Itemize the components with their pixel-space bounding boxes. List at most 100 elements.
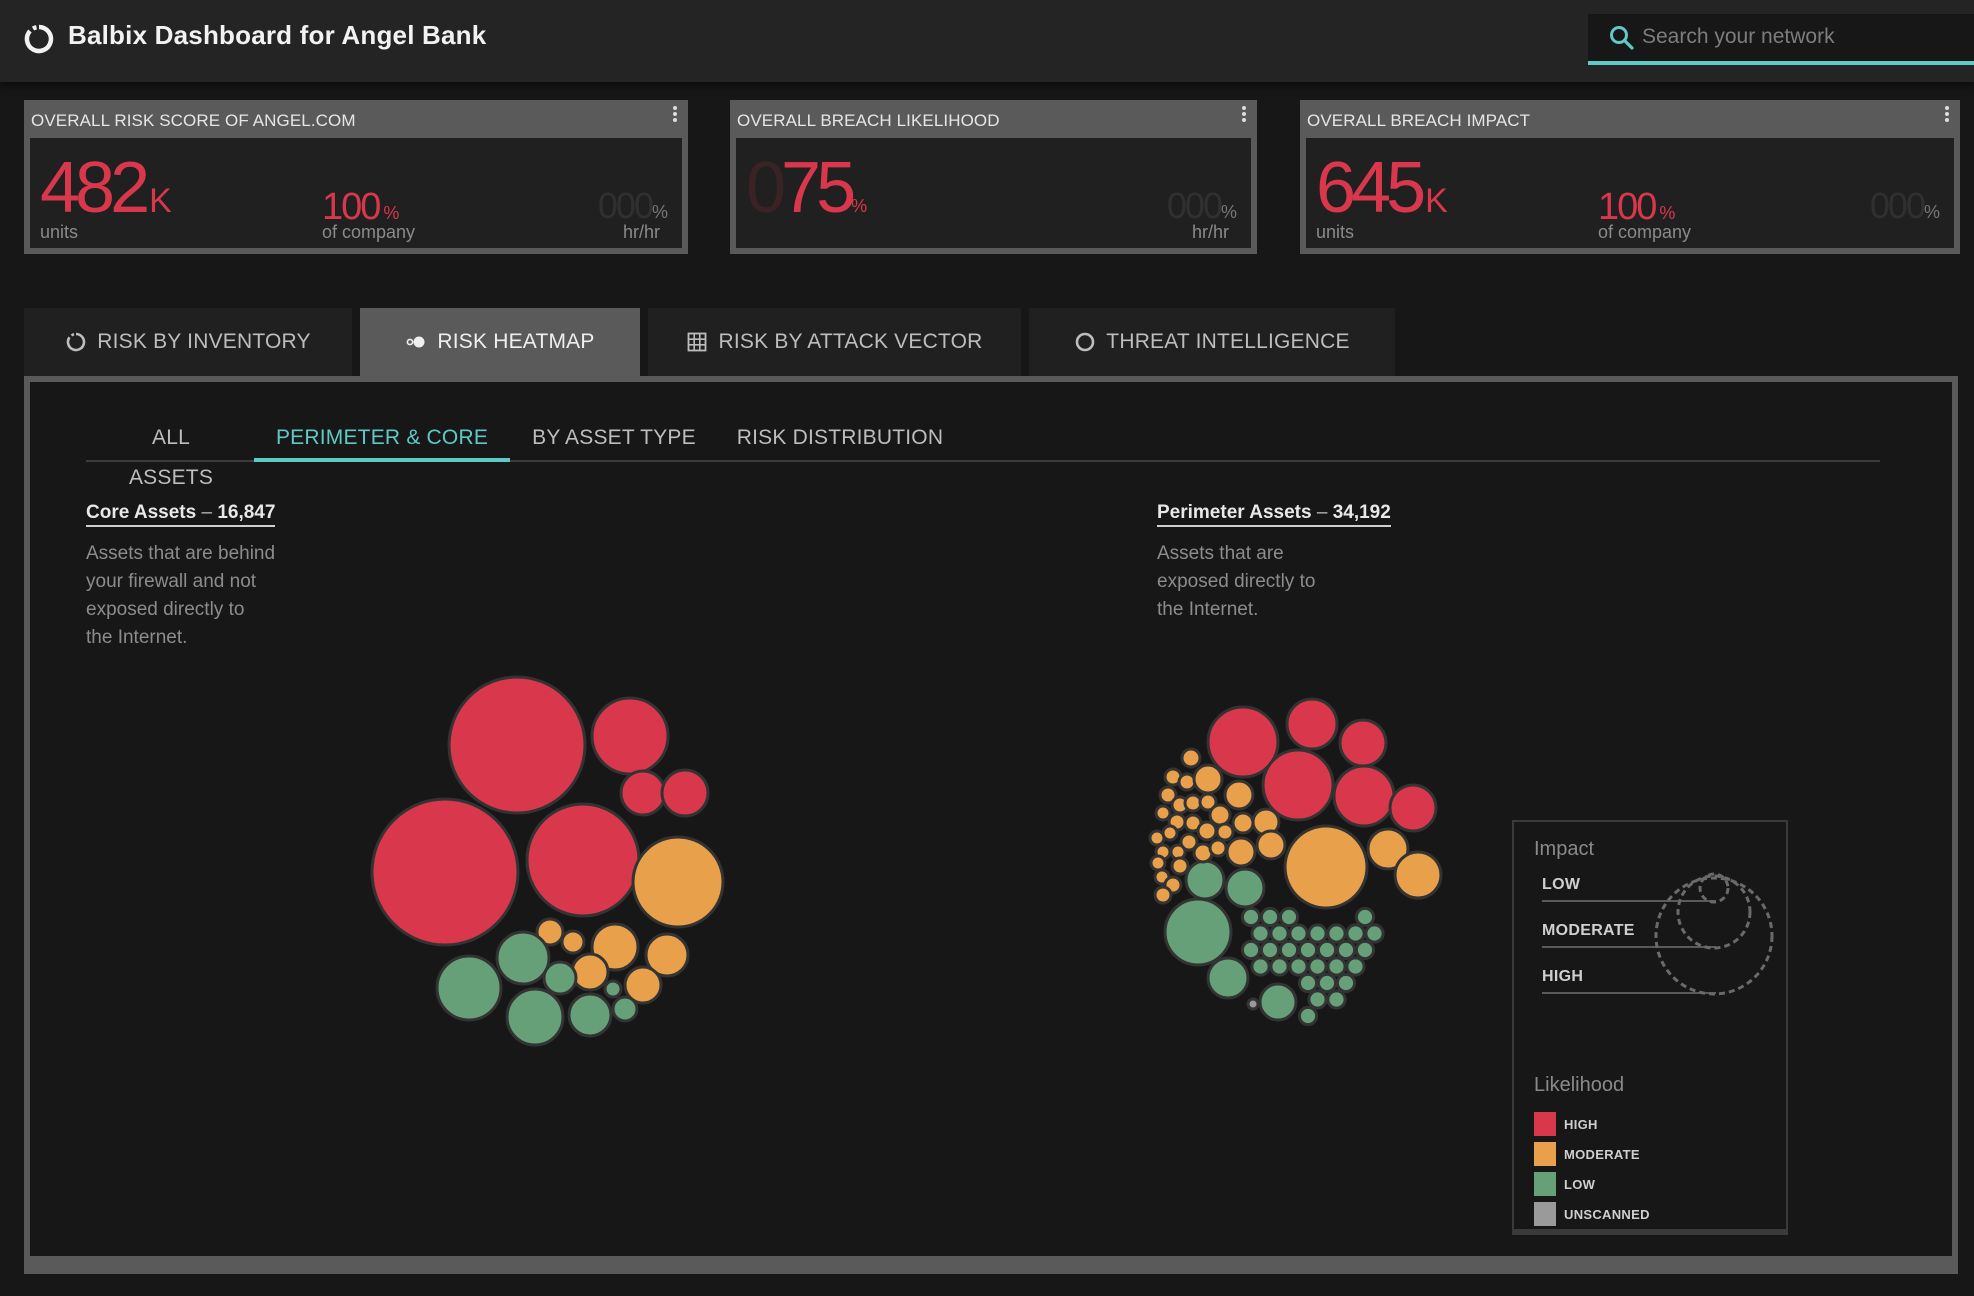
kebab-menu-icon[interactable] (672, 106, 678, 126)
core-bubble-high[interactable] (447, 675, 587, 815)
perimeter-bubble-low[interactable] (1316, 939, 1338, 961)
perimeter-bubble-high[interactable] (1285, 697, 1339, 751)
perimeter-bubble-low[interactable] (1258, 982, 1298, 1022)
perimeter-bubble-low[interactable] (1326, 989, 1347, 1010)
perimeter-bubble-low[interactable] (1240, 906, 1262, 928)
kebab-menu-icon[interactable] (1944, 106, 1950, 126)
perimeter-bubble-high[interactable] (1332, 764, 1396, 828)
perimeter-bubble-low[interactable] (1307, 989, 1328, 1010)
core-bubble-low[interactable] (567, 992, 613, 1038)
perimeter-bubble-moderate[interactable] (1255, 829, 1287, 861)
perimeter-bubble-moderate[interactable] (1177, 772, 1197, 792)
perimeter-bubble-low[interactable] (1297, 972, 1319, 994)
core-assets-title[interactable]: Core Assets – 16,847 (86, 502, 276, 527)
likelihood-legend-title: Likelihood (1534, 1074, 1625, 1096)
subtab-by-asset-type[interactable]: BY ASSET TYPE (532, 418, 696, 462)
perimeter-bubble-moderate[interactable] (1208, 803, 1232, 827)
perimeter-bubble-low[interactable] (1354, 906, 1376, 928)
perimeter-bubble-low[interactable] (1163, 897, 1233, 967)
perimeter-assets-title[interactable]: Perimeter Assets – 34,192 (1157, 502, 1391, 527)
core-bubble-high[interactable] (660, 768, 710, 818)
perimeter-bubble-high[interactable] (1388, 783, 1438, 833)
perimeter-bubble-low[interactable] (1250, 923, 1271, 944)
subtab-perimeter-core[interactable]: PERIMETER & CORE (254, 418, 510, 462)
perimeter-bubble-low[interactable] (1297, 939, 1319, 961)
perimeter-bubble-low[interactable] (1307, 956, 1328, 977)
subtab-all-assets[interactable]: ALL ASSETS (108, 418, 234, 489)
core-bubble-low[interactable] (505, 987, 565, 1047)
risk-score-percent-label: of company (322, 222, 416, 242)
perimeter-bubble-moderate[interactable] (1170, 856, 1190, 876)
core-bubble-moderate[interactable] (560, 929, 586, 955)
kpi-card-breach-likelihood: OVERALL BREACH LIKELIHOOD 075% 000% hr/h… (730, 100, 1257, 254)
core-bubble-low[interactable] (603, 979, 623, 999)
tab-risk-by-inventory[interactable]: RISK BY INVENTORY (24, 308, 352, 376)
perimeter-bubble-high[interactable] (1338, 718, 1388, 768)
perimeter-bubble-low[interactable] (1259, 906, 1281, 928)
perimeter-bubble-moderate[interactable] (1196, 820, 1218, 842)
perimeter-bubble-low[interactable] (1269, 923, 1290, 944)
tab-risk-by-attack-vector[interactable]: RISK BY ATTACK VECTOR (648, 308, 1021, 376)
tab-threat-intelligence[interactable]: THREAT INTELLIGENCE (1029, 308, 1395, 376)
perimeter-bubble-moderate[interactable] (1231, 811, 1255, 835)
perimeter-bubble-low[interactable] (1345, 923, 1366, 944)
core-bubble-moderate[interactable] (631, 835, 725, 929)
perimeter-bubble-low[interactable] (1278, 906, 1300, 928)
core-bubble-high[interactable] (525, 802, 641, 918)
perimeter-bubble-low[interactable] (1269, 956, 1290, 977)
perimeter-bubble-low[interactable] (1316, 972, 1338, 994)
core-bubble-low[interactable] (435, 954, 503, 1022)
perimeter-bubble-moderate[interactable] (1225, 836, 1257, 868)
perimeter-bubble-unscanned[interactable] (1246, 997, 1260, 1011)
perimeter-bubble-moderate[interactable] (1223, 779, 1255, 811)
perimeter-bubble-low[interactable] (1307, 923, 1328, 944)
core-bubble-high[interactable] (619, 769, 667, 817)
perimeter-bubble-low[interactable] (1224, 867, 1266, 909)
tab-risk-heatmap[interactable]: RISK HEATMAP (360, 308, 640, 376)
perimeter-bubble-moderate[interactable] (1208, 838, 1228, 858)
core-bubble-high[interactable] (370, 797, 520, 947)
perimeter-bubble-moderate[interactable] (1153, 885, 1173, 905)
perimeter-bubble-low[interactable] (1364, 923, 1385, 944)
perimeter-bubble-moderate[interactable] (1393, 850, 1443, 900)
perimeter-bubble-low[interactable] (1297, 1005, 1319, 1027)
perimeter-bubble-moderate[interactable] (1161, 824, 1179, 842)
search-box[interactable] (1588, 14, 1974, 65)
perimeter-bubble-low[interactable] (1250, 956, 1271, 977)
perimeter-bubble-moderate[interactable] (1154, 804, 1172, 822)
breach-likelihood-trend: 000% (1166, 185, 1237, 226)
perimeter-bubble-low[interactable] (1335, 972, 1357, 994)
perimeter-bubble-low[interactable] (1184, 859, 1226, 901)
perimeter-bubble-moderate[interactable] (1283, 824, 1369, 910)
search-input[interactable] (1642, 20, 1962, 54)
heatmap-legend: Impact LOW MODERATE HIGH Likelihood HIGH… (1512, 820, 1788, 1235)
core-bubble-moderate[interactable] (570, 952, 610, 992)
tab-label: RISK BY INVENTORY (97, 330, 311, 353)
perimeter-bubble-moderate[interactable] (1215, 822, 1235, 842)
kebab-menu-icon[interactable] (1241, 106, 1247, 126)
perimeter-bubble-low[interactable] (1259, 939, 1281, 961)
swatch-low (1534, 1172, 1556, 1196)
core-bubble-high[interactable] (590, 696, 670, 776)
card-title: OVERALL RISK SCORE OF ANGEL.COM (31, 111, 356, 130)
core-bubble-low[interactable] (611, 995, 639, 1023)
perimeter-bubble-high[interactable] (1261, 748, 1335, 822)
perimeter-bubble-moderate[interactable] (1192, 763, 1224, 795)
perimeter-bubble-moderate[interactable] (1180, 747, 1202, 769)
risk-score-percent: 100% (322, 186, 400, 228)
perimeter-bubble-low[interactable] (1326, 956, 1347, 977)
perimeter-bubble-low[interactable] (1278, 939, 1300, 961)
perimeter-bubble-low[interactable] (1326, 923, 1347, 944)
perimeter-bubble-low[interactable] (1240, 939, 1262, 961)
likelihood-low: LOW (1534, 1172, 1595, 1196)
perimeter-bubble-low[interactable] (1288, 923, 1309, 944)
perimeter-bubble-low[interactable] (1206, 956, 1250, 1000)
perimeter-bubble-moderate[interactable] (1149, 854, 1167, 872)
perimeter-bubble-low[interactable] (1354, 939, 1376, 961)
perimeter-bubble-low[interactable] (1345, 956, 1366, 977)
perimeter-bubble-low[interactable] (1288, 956, 1309, 977)
core-bubble-low[interactable] (495, 930, 551, 986)
subtab-risk-distribution[interactable]: RISK DISTRIBUTION (734, 418, 946, 462)
perimeter-bubble-low[interactable] (1335, 939, 1357, 961)
core-bubble-low[interactable] (542, 960, 578, 996)
